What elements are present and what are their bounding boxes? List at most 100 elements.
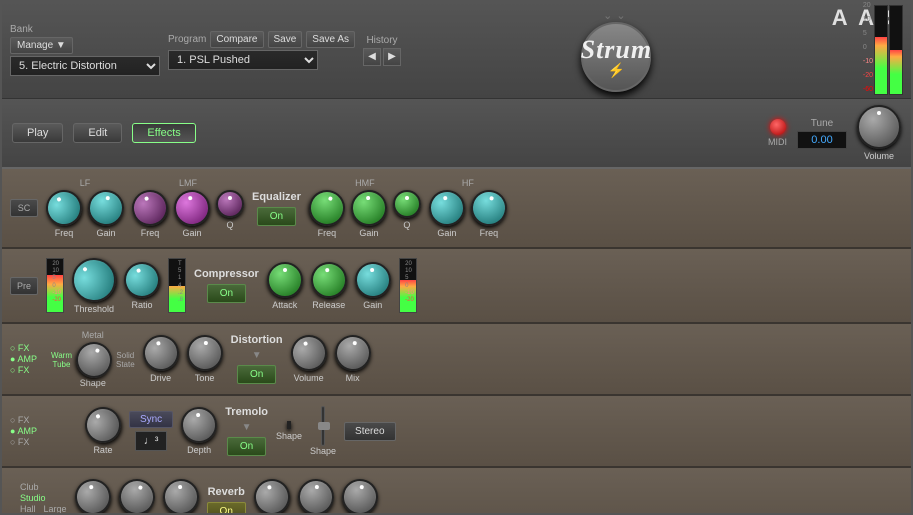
- lf-gain-knob[interactable]: [85, 187, 127, 229]
- fx-route-label: ○ FX: [10, 343, 37, 353]
- shape-slider-track[interactable]: [321, 406, 325, 446]
- lmf-gain-knob[interactable]: [171, 187, 213, 229]
- depth-knob[interactable]: [180, 405, 219, 444]
- ratio-knob[interactable]: [119, 256, 165, 302]
- nav-next-button[interactable]: ▶: [383, 48, 401, 66]
- dist-mix-group: Mix: [335, 335, 371, 383]
- compare-button[interactable]: Compare: [210, 31, 263, 48]
- lmf-section: LMF Freq Gain Q: [132, 178, 244, 238]
- size-knob[interactable]: [72, 476, 114, 513]
- bank-select[interactable]: 5. Electric Distortion: [10, 56, 160, 76]
- amp-route-label: ● AMP: [10, 354, 37, 364]
- lmf-freq-group: Freq: [132, 190, 168, 238]
- pre-button[interactable]: Pre: [10, 277, 38, 295]
- tune-display[interactable]: 0.00: [797, 131, 847, 149]
- midi-label: MIDI: [768, 137, 787, 147]
- tremolo-on-button[interactable]: On: [227, 437, 266, 456]
- compressor-on-button[interactable]: On: [207, 284, 246, 303]
- hf-gain-knob[interactable]: [426, 187, 468, 229]
- transport-bar: Play Edit Effects MIDI Tune 0.00 Volume: [2, 99, 911, 169]
- dist-volume-knob[interactable]: [286, 330, 332, 376]
- threshold-knob[interactable]: [63, 249, 125, 311]
- lmf-knobs: Freq Gain Q: [132, 190, 244, 238]
- reverb-mix-knob[interactable]: [339, 476, 381, 513]
- tone-knob[interactable]: [185, 333, 224, 372]
- comp-gain-knob[interactable]: [353, 260, 392, 299]
- dist-volume-group: Volume: [291, 335, 327, 383]
- trem-shape-knob[interactable]: [287, 421, 291, 429]
- vu-fill-right: [890, 50, 902, 94]
- reverb-label-section: Reverb On: [207, 486, 246, 514]
- lf-freq-knob[interactable]: [39, 183, 88, 232]
- shape-slider-handle[interactable]: [318, 422, 330, 430]
- reverb-types: Club Studio Hall LargeHall: [20, 482, 67, 513]
- sc-button[interactable]: SC: [10, 199, 38, 217]
- attack-knob[interactable]: [267, 262, 303, 298]
- hmf-freq-knob[interactable]: [304, 185, 350, 231]
- sync-button[interactable]: Sync: [129, 411, 173, 428]
- decay-knob[interactable]: [113, 474, 159, 513]
- fx2-trem-label: ○ FX: [10, 437, 37, 447]
- rate-knob[interactable]: [78, 400, 127, 449]
- lf-knobs: Freq Gain: [46, 190, 124, 238]
- distortion-on-button[interactable]: On: [237, 365, 276, 384]
- equalizer-label: Equalizer: [252, 191, 301, 203]
- high-knob[interactable]: [296, 477, 335, 513]
- lf-section: LF Freq Gain: [46, 178, 124, 238]
- program-select[interactable]: 1. PSL Pushed: [168, 50, 318, 70]
- manage-button[interactable]: Manage ▼: [10, 37, 73, 54]
- hf-freq-group: Freq: [471, 190, 507, 238]
- lf-freq-label: Freq: [55, 228, 74, 238]
- lf-gain-group: Gain: [88, 190, 124, 238]
- comp-gain-label: Gain: [363, 300, 382, 310]
- hmf-gain-knob[interactable]: [349, 188, 388, 227]
- diffusion-knob[interactable]: [161, 477, 200, 513]
- hmf-q-knob[interactable]: [393, 190, 421, 218]
- drive-knob[interactable]: [139, 331, 183, 375]
- lf-gain-label: Gain: [96, 228, 115, 238]
- hf-freq-knob[interactable]: [467, 186, 511, 230]
- solid-state-label: SolidState: [116, 351, 135, 369]
- lmf-label: LMF: [179, 178, 197, 188]
- hf-gain-label: Gain: [437, 228, 456, 238]
- lmf-q-knob[interactable]: [216, 190, 244, 218]
- save-as-button[interactable]: Save As: [306, 31, 355, 48]
- nav-arrows: ◀ ▶: [363, 48, 401, 66]
- hf-label: HF: [462, 178, 474, 188]
- release-knob[interactable]: [308, 259, 350, 301]
- dist-mode-section: Metal WarmTube SolidState Shape: [51, 330, 135, 388]
- history-label: History: [366, 35, 397, 46]
- effects-button[interactable]: Effects: [132, 123, 195, 143]
- dist-mix-label: Mix: [346, 373, 360, 383]
- trem-label-section: Tremolo ▼ On: [225, 406, 268, 456]
- vu-channel-right: [889, 5, 903, 95]
- play-button[interactable]: Play: [12, 123, 63, 143]
- rate-group: Rate: [85, 407, 121, 455]
- save-button[interactable]: Save: [268, 31, 303, 48]
- reverb-on-button[interactable]: On: [207, 502, 246, 514]
- dist-label-section: Distortion ▼ On: [231, 334, 283, 384]
- sync-section: Sync ♩³: [129, 411, 173, 451]
- volume-knob[interactable]: [857, 105, 901, 149]
- fx2-route-label: ○ FX: [10, 365, 37, 375]
- hmf-freq-group: Freq: [309, 190, 345, 238]
- stereo-button[interactable]: Stereo: [344, 422, 395, 441]
- reverb-hall-row: Hall LargeHall: [20, 504, 67, 513]
- low-knob[interactable]: [250, 475, 294, 513]
- tone-group: Tone: [187, 335, 223, 383]
- nav-prev-button[interactable]: ◀: [363, 48, 381, 66]
- lmf-freq-knob[interactable]: [127, 185, 173, 231]
- note-display[interactable]: ♩³: [135, 431, 168, 451]
- release-label: Release: [312, 300, 345, 310]
- hmf-gain-label: Gain: [359, 228, 378, 238]
- hf-freq-label: Freq: [480, 228, 499, 238]
- dist-mix-knob[interactable]: [332, 332, 374, 374]
- edit-button[interactable]: Edit: [73, 123, 122, 143]
- trem-arrow-icon: ▼: [242, 422, 252, 433]
- hf-gain-group: Gain: [429, 190, 465, 238]
- equalizer-on-button[interactable]: On: [257, 207, 296, 226]
- shape-knob[interactable]: [71, 337, 117, 383]
- eq-row: SC LF Freq Gain LMF: [2, 169, 911, 249]
- hmf-gain-group: Gain: [351, 190, 387, 238]
- knob-dot: [877, 111, 881, 115]
